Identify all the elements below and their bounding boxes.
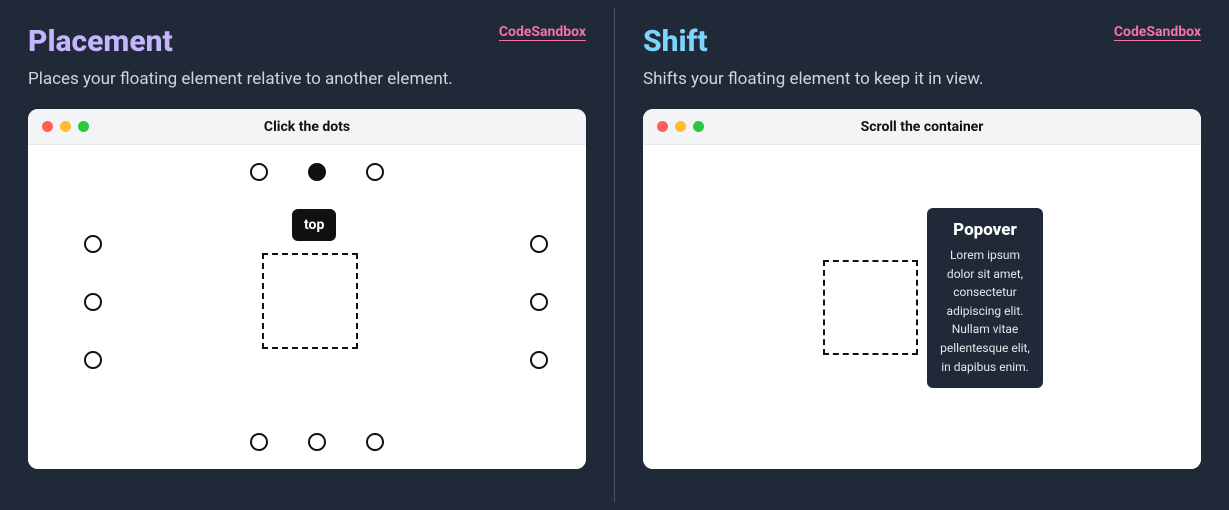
traffic-lights	[657, 121, 704, 132]
window-titlebar: Scroll the container	[643, 109, 1201, 145]
placement-dot-right-end[interactable]	[530, 351, 548, 369]
panel-shift: Shift CodeSandbox Shifts your floating e…	[615, 0, 1229, 510]
reference-element	[262, 253, 358, 349]
popover-title: Popover	[939, 220, 1031, 240]
placement-dot-top-start[interactable]	[250, 163, 268, 181]
traffic-light-minimize-icon	[675, 121, 686, 132]
placement-dot-left[interactable]	[84, 293, 102, 311]
placement-dot-top[interactable]	[308, 163, 326, 181]
demo-window-placement: Click the dots top	[28, 109, 586, 469]
placement-dot-left-start[interactable]	[84, 235, 102, 253]
placement-dot-bottom-end[interactable]	[366, 433, 384, 451]
placement-dot-bottom[interactable]	[308, 433, 326, 451]
window-titlebar: Click the dots	[28, 109, 586, 145]
section-description-shift: Shifts your floating element to keep it …	[643, 69, 1201, 89]
window-title-placement: Click the dots	[28, 119, 586, 135]
traffic-light-close-icon	[657, 121, 668, 132]
window-title-shift: Scroll the container	[643, 119, 1201, 135]
reference-element	[823, 260, 918, 355]
scroll-content: Popover Lorem ipsum dolor sit amet, cons…	[643, 145, 1201, 469]
header-row: Placement CodeSandbox	[28, 24, 586, 69]
section-description-placement: Places your floating element relative to…	[28, 69, 586, 89]
demo-window-shift: Scroll the container Popover Lorem ipsum…	[643, 109, 1201, 469]
panel-placement: Placement CodeSandbox Places your floati…	[0, 0, 614, 510]
traffic-light-minimize-icon	[60, 121, 71, 132]
traffic-lights	[42, 121, 89, 132]
traffic-light-zoom-icon	[693, 121, 704, 132]
scroll-container[interactable]: Popover Lorem ipsum dolor sit amet, cons…	[643, 145, 1201, 469]
header-row: Shift CodeSandbox	[643, 24, 1201, 69]
traffic-light-zoom-icon	[78, 121, 89, 132]
window-body-shift: Popover Lorem ipsum dolor sit amet, cons…	[643, 145, 1201, 469]
codesandbox-link-shift[interactable]: CodeSandbox	[1114, 24, 1201, 41]
section-title-shift: Shift	[643, 24, 708, 59]
placement-dot-left-end[interactable]	[84, 351, 102, 369]
popover: Popover Lorem ipsum dolor sit amet, cons…	[927, 208, 1043, 388]
popover-body: Lorem ipsum dolor sit amet, consectetur …	[939, 246, 1031, 376]
traffic-light-close-icon	[42, 121, 53, 132]
section-title-placement: Placement	[28, 24, 173, 59]
window-body-placement: top	[28, 145, 586, 469]
placement-dot-right[interactable]	[530, 293, 548, 311]
placement-dot-bottom-start[interactable]	[250, 433, 268, 451]
placement-dot-right-start[interactable]	[530, 235, 548, 253]
placement-dot-top-end[interactable]	[366, 163, 384, 181]
tooltip: top	[292, 209, 336, 241]
codesandbox-link-placement[interactable]: CodeSandbox	[499, 24, 586, 41]
